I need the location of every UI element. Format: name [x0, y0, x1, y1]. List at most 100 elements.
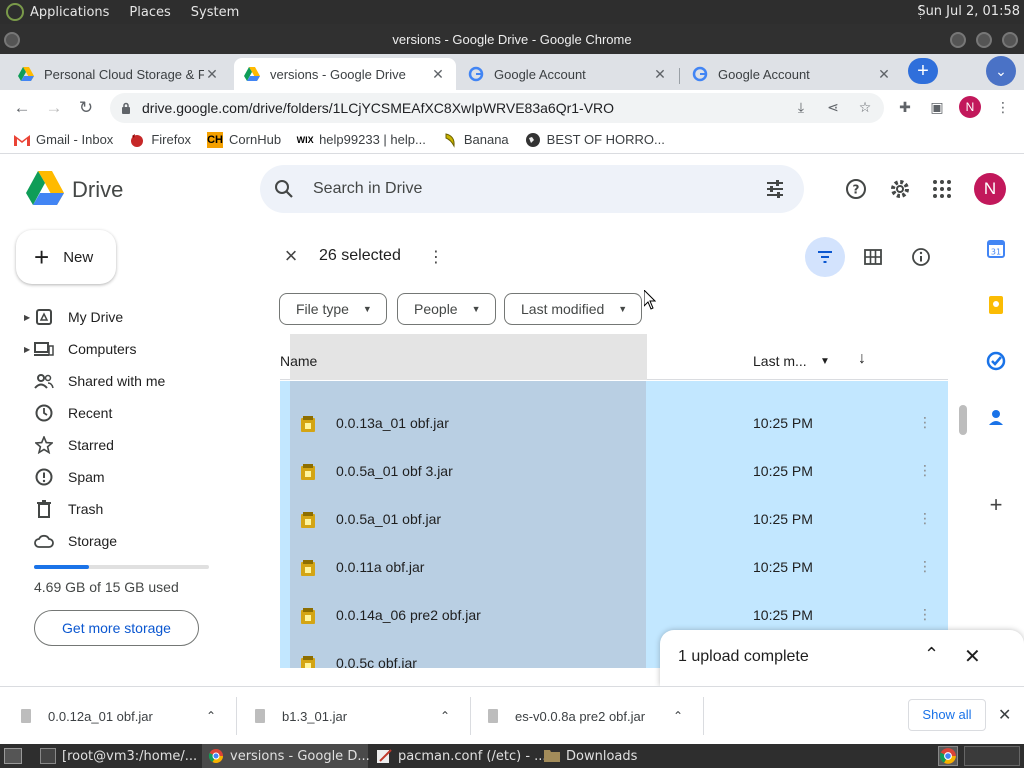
help-icon[interactable]: ?: [844, 177, 868, 201]
chrome-menu-icon[interactable]: ⋮: [994, 98, 1012, 116]
contacts-icon[interactable]: [986, 407, 1006, 427]
bookmark-banana[interactable]: Banana: [442, 132, 509, 148]
row-more-actions-icon[interactable]: ⋮: [918, 462, 932, 479]
apps-grid-icon[interactable]: [930, 177, 954, 201]
table-row[interactable]: 0.0.11a obf.jar 10:25 PM ⋮: [280, 544, 948, 592]
filter-toggle-icon[interactable]: [805, 237, 845, 277]
sort-direction-arrow-icon[interactable]: ↓: [858, 350, 866, 368]
os-menu-applications[interactable]: Applications: [30, 5, 109, 20]
window-menu-button[interactable]: [4, 32, 20, 48]
download-item[interactable]: 0.0.12a_01 obf.jar ⌃: [20, 687, 230, 745]
grid-view-icon[interactable]: [853, 237, 893, 277]
filter-file-type[interactable]: File type ▼: [279, 293, 387, 325]
expand-arrow-icon[interactable]: ▶: [24, 345, 30, 354]
show-all-downloads-button[interactable]: Show all: [908, 699, 986, 731]
os-logo-icon[interactable]: [6, 3, 24, 21]
row-more-actions-icon[interactable]: ⋮: [918, 606, 932, 623]
tab-google-account-2[interactable]: Google Account ✕: [682, 58, 902, 90]
sidebar-item-starred[interactable]: Starred: [0, 431, 240, 459]
add-addon-plus-icon[interactable]: +: [986, 492, 1006, 517]
sidebar-item-recent[interactable]: Recent: [0, 399, 240, 427]
search-options-icon[interactable]: [765, 179, 785, 199]
install-app-icon[interactable]: ⤓: [792, 98, 810, 116]
caret-down-icon[interactable]: ▼: [820, 356, 830, 367]
download-item[interactable]: es-v0.0.8a pre2 obf.jar ⌃: [487, 687, 697, 745]
os-menu-places[interactable]: Places: [129, 5, 170, 20]
drive-title[interactable]: Drive: [72, 177, 123, 203]
keep-icon[interactable]: [986, 295, 1006, 315]
sidebar-item-my-drive[interactable]: ▶ My Drive: [0, 303, 240, 331]
row-more-actions-icon[interactable]: ⋮: [918, 558, 932, 575]
table-row[interactable]: 0.0.5a_01 obf 3.jar 10:25 PM ⋮: [280, 448, 948, 496]
taskbar-item-editor[interactable]: pacman.conf (/etc) - ...: [370, 744, 547, 768]
tab-versions[interactable]: versions - Google Drive ✕: [234, 58, 456, 90]
chevron-up-icon[interactable]: ⌃: [440, 709, 450, 723]
table-row[interactable]: 0.0.13a_01 obf.jar 10:25 PM ⋮: [280, 400, 948, 448]
tab-google-account-1[interactable]: Google Account ✕: [458, 58, 678, 90]
filter-last-modified[interactable]: Last modified ▼: [504, 293, 643, 325]
back-arrow-icon[interactable]: ←: [10, 96, 34, 120]
row-more-actions-icon[interactable]: ⋮: [918, 510, 932, 527]
bookmark-firefox[interactable]: Firefox: [129, 132, 191, 148]
share-icon[interactable]: ⋖: [824, 98, 842, 116]
expand-arrow-icon[interactable]: ▶: [24, 313, 30, 322]
bookmark-star-icon[interactable]: ☆: [856, 98, 874, 116]
download-item[interactable]: b1.3_01.jar ⌃: [254, 687, 464, 745]
extensions-puzzle-icon[interactable]: ✚: [896, 98, 914, 116]
close-tab-icon[interactable]: ✕: [876, 66, 892, 83]
taskbar-item-terminal[interactable]: [root@vm3:/home/...: [34, 744, 200, 768]
details-info-icon[interactable]: [901, 237, 941, 277]
tasks-icon[interactable]: [986, 351, 1006, 371]
forward-arrow-icon[interactable]: →: [42, 96, 66, 120]
close-tab-icon[interactable]: ✕: [430, 66, 446, 83]
os-menu-system[interactable]: System: [191, 5, 239, 20]
tab-personal-cloud[interactable]: Personal Cloud Storage & F ✕: [8, 58, 230, 90]
sidebar-item-spam[interactable]: Spam: [0, 463, 240, 491]
clock[interactable]: Sun Jul 2, 01:58: [917, 4, 1020, 19]
reload-icon[interactable]: ↻: [74, 96, 98, 120]
bookmark-cornhub[interactable]: CH CornHub: [207, 131, 281, 148]
row-more-actions-icon[interactable]: ⋮: [918, 414, 932, 431]
clear-selection-close-icon[interactable]: ×: [280, 245, 302, 268]
name-column-header[interactable]: Name: [280, 353, 317, 369]
side-panel-icon[interactable]: ▣: [928, 98, 946, 116]
workspace-switcher[interactable]: [964, 746, 1020, 766]
chevron-up-icon[interactable]: ⌃: [673, 709, 683, 723]
close-tab-icon[interactable]: ✕: [204, 66, 220, 83]
bookmark-best-of-horror[interactable]: BEST OF HORRO...: [525, 132, 665, 148]
sidebar-item-trash[interactable]: Trash: [0, 495, 240, 523]
chrome-profile-avatar[interactable]: N: [959, 96, 981, 118]
maximize-button[interactable]: [976, 32, 992, 48]
sidebar-item-storage[interactable]: Storage: [0, 527, 240, 555]
minimize-button[interactable]: [950, 32, 966, 48]
selection-more-actions-icon[interactable]: ⋮: [428, 247, 444, 267]
taskbar-item-chrome[interactable]: versions - Google D...: [202, 744, 370, 768]
drive-logo-icon[interactable]: [26, 171, 64, 205]
close-tab-icon[interactable]: ✕: [652, 66, 668, 83]
chevron-up-icon[interactable]: ⌃: [206, 709, 216, 723]
new-tab-plus-icon[interactable]: +: [908, 58, 938, 84]
close-window-button[interactable]: [1002, 32, 1018, 48]
close-icon[interactable]: ✕: [964, 644, 981, 669]
last-modified-column-header[interactable]: Last m...: [753, 353, 807, 369]
bookmark-help99233[interactable]: WIX help99233 | help...: [297, 132, 426, 148]
account-avatar[interactable]: N: [974, 173, 1006, 205]
show-desktop-icon[interactable]: [4, 748, 22, 764]
calendar-icon[interactable]: 31: [986, 239, 1006, 259]
settings-gear-icon[interactable]: [888, 177, 912, 201]
table-row[interactable]: 0.0.5a_01 obf.jar 10:25 PM ⋮: [280, 496, 948, 544]
chrome-tray-icon[interactable]: [938, 746, 958, 766]
get-more-storage-button[interactable]: Get more storage: [34, 610, 199, 646]
sidebar-item-computers[interactable]: ▶ Computers: [0, 335, 240, 363]
taskbar-item-downloads-folder[interactable]: Downloads: [538, 744, 704, 768]
tab-search-chevron-icon[interactable]: ⌄: [986, 56, 1016, 86]
search-input[interactable]: Search in Drive: [260, 165, 804, 213]
sidebar-item-shared-with-me[interactable]: Shared with me: [0, 367, 240, 395]
search-icon[interactable]: [274, 179, 294, 199]
new-button[interactable]: + New: [16, 230, 116, 284]
address-bar[interactable]: drive.google.com/drive/folders/1LCjYCSME…: [110, 93, 884, 123]
bookmark-gmail[interactable]: Gmail - Inbox: [14, 132, 113, 148]
close-downloads-bar-icon[interactable]: ✕: [998, 705, 1011, 725]
file-list-scrollbar[interactable]: [959, 405, 967, 435]
expand-chevron-up-icon[interactable]: ⌃: [924, 644, 939, 665]
